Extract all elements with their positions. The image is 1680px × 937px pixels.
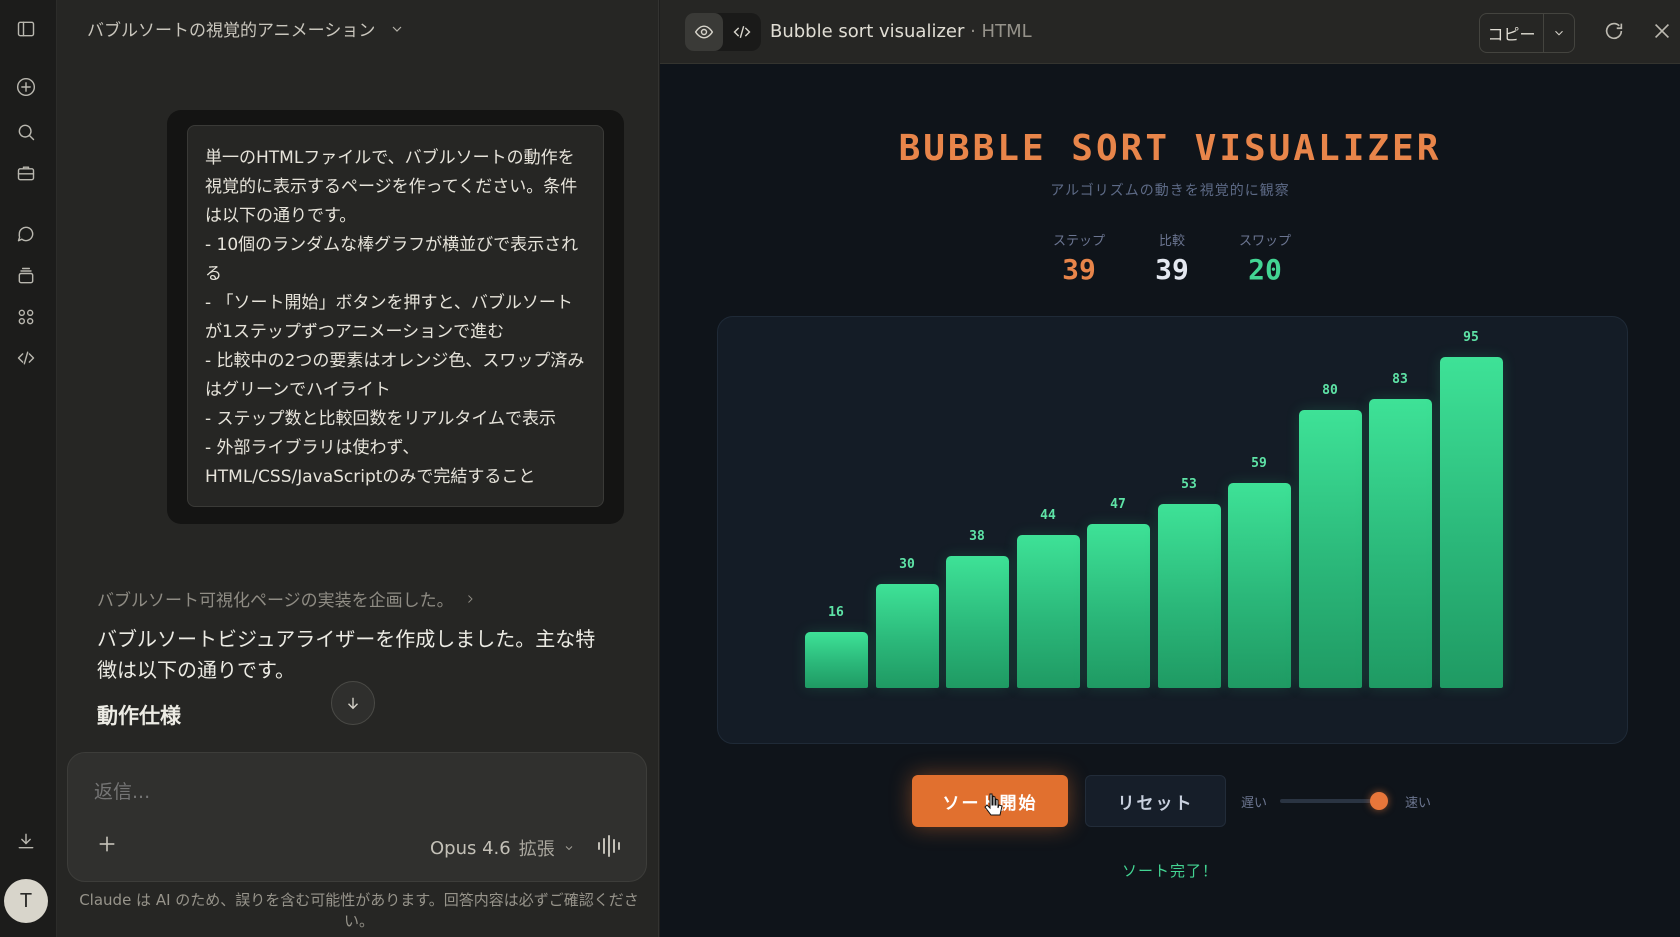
reply-section-heading: 動作仕様 — [97, 704, 181, 728]
code-icon[interactable] — [11, 343, 41, 373]
voice-mode-icon[interactable] — [596, 833, 624, 859]
artifact-panel: Bubble sort visualizer · HTML コピー BUBBLE… — [660, 0, 1680, 937]
model-name: Opus 4.6 — [430, 837, 511, 859]
bar-value-label-6: 53 — [1181, 477, 1197, 492]
bar-value-label-9: 83 — [1392, 372, 1408, 387]
bar-value-label-1: 16 — [828, 605, 844, 620]
chat-column: バブルソートの視覚的アニメーション 単一のHTMLファイルで、バブルソートの動作… — [57, 0, 659, 937]
code-view-icon[interactable] — [723, 13, 761, 51]
attach-plus-icon[interactable] — [96, 833, 120, 857]
chat-title-menu[interactable]: バブルソートの視覚的アニメーション — [87, 16, 405, 41]
thinking-summary[interactable]: バブルソート可視化ページの実装を企画した。 — [97, 586, 476, 611]
copy-button-group: コピー — [1479, 13, 1575, 53]
artifact-name: Bubble sort visualizer — [770, 21, 965, 42]
stat-swaps: スワップ 20 — [1220, 230, 1310, 286]
bar-chart: 16 30 38 44 47 53 59 80 83 95 — [717, 316, 1628, 744]
chat-title: バブルソートの視覚的アニメーション — [87, 21, 376, 41]
message-composer: Opus 4.6 拡張 — [67, 752, 647, 882]
stat-steps-value: 39 — [1062, 253, 1096, 286]
arrow-down-icon — [348, 697, 358, 710]
scroll-to-bottom-button[interactable] — [331, 681, 375, 725]
model-selector[interactable]: Opus 4.6 拡張 — [430, 835, 575, 861]
user-message: 単一のHTMLファイルで、バブルソートの動作を視覚的に表示するページを作ってくだ… — [187, 125, 604, 507]
visualizer-subheading: アルゴリズムの動きを視覚的に観察 — [1050, 183, 1290, 199]
bar-2 — [876, 584, 939, 688]
user-message-bubble: 単一のHTMLファイルで、バブルソートの動作を視覚的に表示するページを作ってくだ… — [167, 110, 624, 524]
chevron-down-icon — [565, 846, 573, 851]
stat-comparisons-label: 比較 — [1158, 234, 1185, 249]
new-chat-icon[interactable] — [11, 72, 41, 102]
bar-6 — [1158, 504, 1221, 688]
bar-1 — [805, 632, 868, 688]
sidebar-toggle-icon[interactable] — [11, 14, 41, 44]
search-icon[interactable] — [11, 117, 41, 147]
preview-eye-icon[interactable] — [685, 13, 723, 51]
bar-value-label-3: 38 — [969, 529, 985, 544]
chevron-down-icon — [392, 26, 402, 32]
ai-disclaimer: Claude は AI のため、誤りを含む可能性があります。回答内容は必ずご確認… — [79, 891, 639, 930]
bar-4 — [1017, 535, 1080, 688]
left-rail: T — [0, 0, 57, 937]
bar-3 — [946, 556, 1009, 688]
model-mode: 拡張 — [518, 839, 555, 860]
artifact-type: · HTML — [970, 21, 1032, 42]
stat-comparisons: 比較 39 — [1127, 230, 1217, 286]
artifacts-stack-icon[interactable] — [11, 261, 41, 291]
sort-status: ソート完了！ — [1121, 862, 1218, 880]
bar-value-label-4: 44 — [1040, 508, 1056, 523]
bar-value-label-10: 95 — [1463, 330, 1479, 345]
speed-slider[interactable] — [1280, 799, 1384, 803]
projects-icon[interactable] — [11, 158, 41, 188]
bar-9 — [1369, 399, 1432, 688]
copy-button[interactable]: コピー — [1480, 14, 1544, 52]
bar-10 — [1440, 357, 1503, 688]
speed-fast-label: 速い — [1405, 796, 1432, 811]
chats-icon[interactable] — [11, 219, 41, 249]
stat-comparisons-value: 39 — [1155, 253, 1189, 286]
bar-value-label-5: 47 — [1110, 497, 1126, 512]
close-icon[interactable] — [1651, 20, 1675, 44]
reset-button[interactable]: リセット — [1085, 775, 1226, 827]
assistant-reply: バブルソートビジュアライザーを作成しました。主な特徴は以下の通りです。 — [97, 627, 596, 682]
speed-slow-label: 遅い — [1241, 796, 1268, 811]
speed-slider-thumb[interactable] — [1369, 792, 1388, 810]
bar-5 — [1087, 524, 1150, 688]
stat-swaps-label: スワップ — [1238, 234, 1291, 249]
bar-8 — [1299, 410, 1362, 688]
chevron-down-icon — [1555, 30, 1563, 36]
view-toggle — [685, 13, 761, 51]
bar-7 — [1228, 483, 1291, 688]
stat-steps: ステップ 39 — [1034, 230, 1124, 286]
bar-value-label-8: 80 — [1322, 383, 1338, 398]
bar-value-label-7: 59 — [1251, 456, 1267, 471]
refresh-icon[interactable] — [1603, 20, 1627, 44]
stat-steps-label: ステップ — [1052, 234, 1105, 249]
user-avatar[interactable]: T — [4, 879, 48, 923]
artifact-toolbar: Bubble sort visualizer · HTML コピー — [660, 0, 1680, 64]
copy-options-button[interactable] — [1544, 14, 1574, 52]
apps-icon[interactable] — [11, 302, 41, 332]
artifact-title: Bubble sort visualizer · HTML — [770, 21, 1032, 42]
reply-input[interactable] — [94, 781, 594, 803]
chevron-right-icon — [467, 594, 473, 603]
visualizer-heading: BUBBLE SORT VISUALIZER — [898, 128, 1442, 169]
stat-swaps-value: 20 — [1248, 253, 1282, 286]
bar-value-label-2: 30 — [899, 557, 915, 572]
mouse-pointer-icon — [984, 792, 1004, 818]
download-icon[interactable] — [11, 826, 41, 856]
thinking-summary-text: バブルソート可視化ページの実装を企画した。 — [97, 591, 454, 611]
